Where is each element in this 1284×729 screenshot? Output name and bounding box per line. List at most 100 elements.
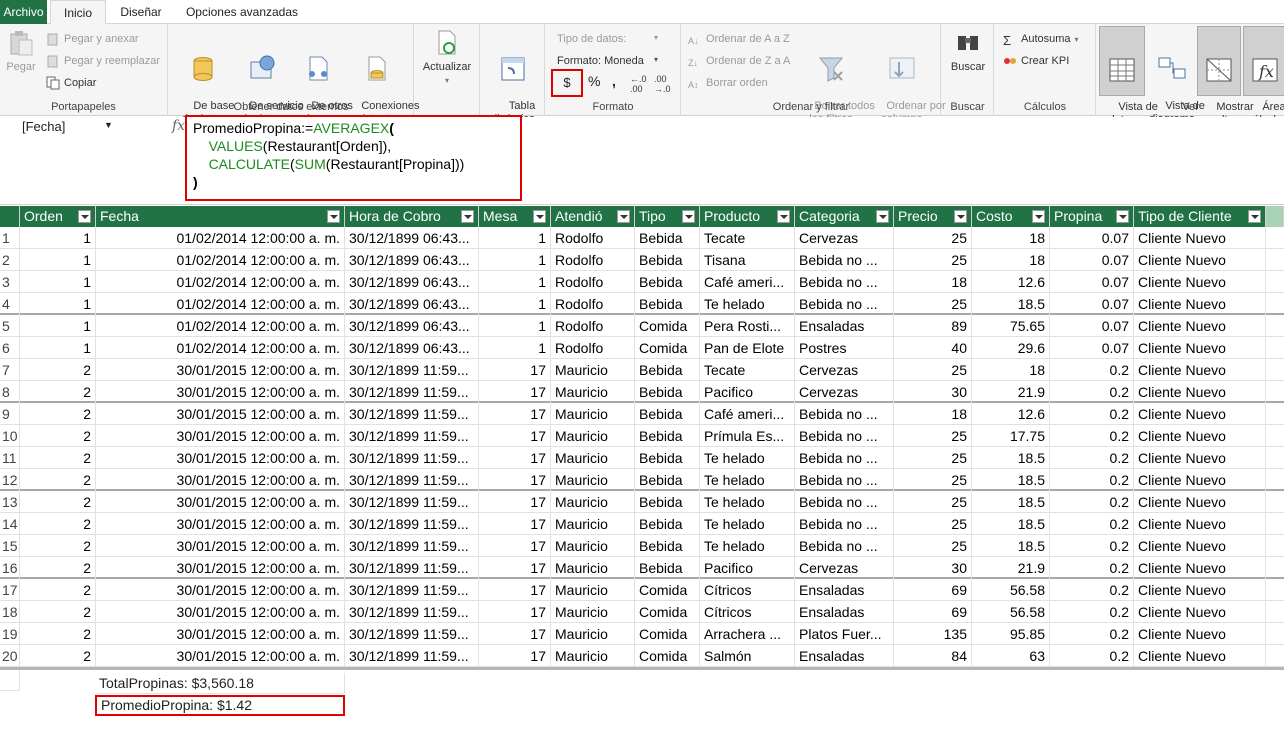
table-cell[interactable]: 18.5 (972, 513, 1050, 535)
table-cell[interactable]: 30/12/1899 06:43... (345, 293, 479, 315)
table-cell[interactable]: Café ameri... (700, 403, 795, 425)
table-cell[interactable]: Te helado (700, 513, 795, 535)
table-cell[interactable]: Bebida (635, 557, 700, 579)
table-cell[interactable]: 25 (894, 227, 972, 249)
row-number[interactable]: 11 (0, 447, 20, 469)
table-cell[interactable]: Cliente Nuevo (1134, 249, 1266, 271)
table-cell[interactable]: Comida (635, 601, 700, 623)
table-cell[interactable]: 18.5 (972, 491, 1050, 513)
table-cell[interactable]: 18 (972, 359, 1050, 381)
average-tip-measure[interactable]: PromedioPropina: $1.42 (95, 695, 345, 716)
filter-dropdown-icon[interactable] (1116, 210, 1129, 223)
table-cell[interactable]: Mauricio (551, 579, 635, 601)
table-row[interactable]: 2 1 01/02/2014 12:00:00 a. m. 30/12/1899 06… (0, 249, 1284, 271)
row-number[interactable]: 9 (0, 403, 20, 425)
table-cell[interactable]: 30/12/1899 06:43... (345, 271, 479, 293)
table-cell[interactable]: 2 (20, 425, 96, 447)
table-cell[interactable]: 2 (20, 513, 96, 535)
table-cell[interactable]: 30/12/1899 11:59... (345, 403, 479, 425)
table-cell[interactable]: 69 (894, 579, 972, 601)
table-cell[interactable]: Cliente Nuevo (1134, 535, 1266, 557)
table-cell[interactable]: 30/12/1899 06:43... (345, 315, 479, 337)
data-type-label[interactable]: Tipo de datos: (557, 30, 626, 48)
table-cell[interactable]: Te helado (700, 293, 795, 315)
table-cell[interactable]: Bebida (635, 359, 700, 381)
table-cell[interactable]: Mauricio (551, 557, 635, 579)
table-cell[interactable]: 0.2 (1050, 601, 1134, 623)
refresh-button[interactable]: Actualizar ▾ (419, 28, 475, 87)
table-row[interactable]: 18 2 30/01/2015 12:00:00 a. m. 30/12/1899 1… (0, 601, 1284, 623)
table-cell[interactable]: 12.6 (972, 403, 1050, 425)
table-cell[interactable]: 0.2 (1050, 359, 1134, 381)
table-cell[interactable]: Bebida (635, 249, 700, 271)
table-cell[interactable]: 17 (479, 645, 551, 667)
name-box-dropdown-icon[interactable]: ▼ (104, 120, 113, 130)
row-number[interactable]: 7 (0, 359, 20, 381)
table-cell[interactable]: 01/02/2014 12:00:00 a. m. (96, 271, 345, 293)
table-cell[interactable]: Cliente Nuevo (1134, 315, 1266, 337)
table-cell[interactable]: 2 (20, 491, 96, 513)
table-cell[interactable]: Pacifico (700, 557, 795, 579)
row-number[interactable]: 1 (0, 227, 20, 249)
row-number[interactable]: 8 (0, 381, 20, 403)
table-cell[interactable]: 2 (20, 447, 96, 469)
table-cell[interactable]: 18 (894, 271, 972, 293)
table-cell[interactable]: 17 (479, 601, 551, 623)
row-number[interactable]: 2 (0, 249, 20, 271)
table-cell[interactable]: Bebida no ... (795, 535, 894, 557)
table-cell[interactable]: 1 (479, 271, 551, 293)
row-number[interactable]: 6 (0, 337, 20, 359)
table-cell[interactable]: 01/02/2014 12:00:00 a. m. (96, 227, 345, 249)
table-cell[interactable]: 17 (479, 403, 551, 425)
table-cell[interactable]: 30/12/1899 11:59... (345, 381, 479, 403)
table-row[interactable]: 15 2 30/01/2015 12:00:00 a. m. 30/12/1899 1… (0, 535, 1284, 557)
table-cell[interactable]: Cliente Nuevo (1134, 469, 1266, 491)
table-cell[interactable]: Bebida (635, 227, 700, 249)
table-cell[interactable]: 25 (894, 491, 972, 513)
table-cell[interactable]: 21.9 (972, 557, 1050, 579)
table-cell[interactable]: 56.58 (972, 601, 1050, 623)
table-cell[interactable]: Comida (635, 337, 700, 359)
table-cell[interactable]: Bebida no ... (795, 249, 894, 271)
filter-dropdown-icon[interactable] (78, 210, 91, 223)
table-cell[interactable]: Rodolfo (551, 249, 635, 271)
table-cell[interactable]: Mauricio (551, 403, 635, 425)
table-cell[interactable]: 1 (479, 227, 551, 249)
table-row[interactable]: 12 2 30/01/2015 12:00:00 a. m. 30/12/1899 1… (0, 469, 1284, 491)
column-header[interactable]: Mesa (479, 206, 551, 227)
row-number[interactable]: 3 (0, 271, 20, 293)
table-row[interactable]: 14 2 30/01/2015 12:00:00 a. m. 30/12/1899 1… (0, 513, 1284, 535)
format-dropdown[interactable]: Formato: Moneda (557, 52, 644, 70)
table-cell[interactable]: 17 (479, 447, 551, 469)
table-cell[interactable]: 30/12/1899 11:59... (345, 469, 479, 491)
table-cell[interactable]: Te helado (700, 491, 795, 513)
table-cell[interactable]: Bebida (635, 381, 700, 403)
sort-desc-button[interactable]: Z↓ Ordenar de Z a A (688, 52, 790, 70)
paste-replace-button[interactable]: Pegar y reemplazar (46, 52, 160, 70)
filter-dropdown-icon[interactable] (1248, 210, 1261, 223)
table-row[interactable]: 17 2 30/01/2015 12:00:00 a. m. 30/12/1899 1… (0, 579, 1284, 601)
table-cell[interactable]: 0.07 (1050, 227, 1134, 249)
table-cell[interactable]: 30/12/1899 06:43... (345, 227, 479, 249)
table-cell[interactable]: Bebida (635, 425, 700, 447)
table-cell[interactable]: 30/01/2015 12:00:00 a. m. (96, 535, 345, 557)
table-cell[interactable]: Cliente Nuevo (1134, 403, 1266, 425)
calc-cell[interactable] (0, 670, 20, 691)
table-cell[interactable]: 30/12/1899 11:59... (345, 359, 479, 381)
tab-home[interactable]: Inicio (50, 0, 106, 25)
table-cell[interactable]: 30/01/2015 12:00:00 a. m. (96, 359, 345, 381)
table-row[interactable]: 3 1 01/02/2014 12:00:00 a. m. 30/12/1899 06… (0, 271, 1284, 293)
table-cell[interactable]: 30/01/2015 12:00:00 a. m. (96, 557, 345, 579)
table-cell[interactable]: Prímula Es... (700, 425, 795, 447)
table-cell[interactable]: Rodolfo (551, 293, 635, 315)
table-cell[interactable]: Cervezas (795, 381, 894, 403)
table-cell[interactable]: Bebida no ... (795, 403, 894, 425)
table-cell[interactable]: 30/12/1899 06:43... (345, 249, 479, 271)
fx-icon[interactable]: fx (172, 118, 185, 134)
table-cell[interactable]: 25 (894, 469, 972, 491)
table-cell[interactable]: 2 (20, 557, 96, 579)
table-row[interactable]: 8 2 30/01/2015 12:00:00 a. m. 30/12/1899 11… (0, 381, 1284, 403)
column-header[interactable]: Atendió (551, 206, 635, 227)
table-cell[interactable]: 17 (479, 557, 551, 579)
table-cell[interactable]: Te helado (700, 469, 795, 491)
